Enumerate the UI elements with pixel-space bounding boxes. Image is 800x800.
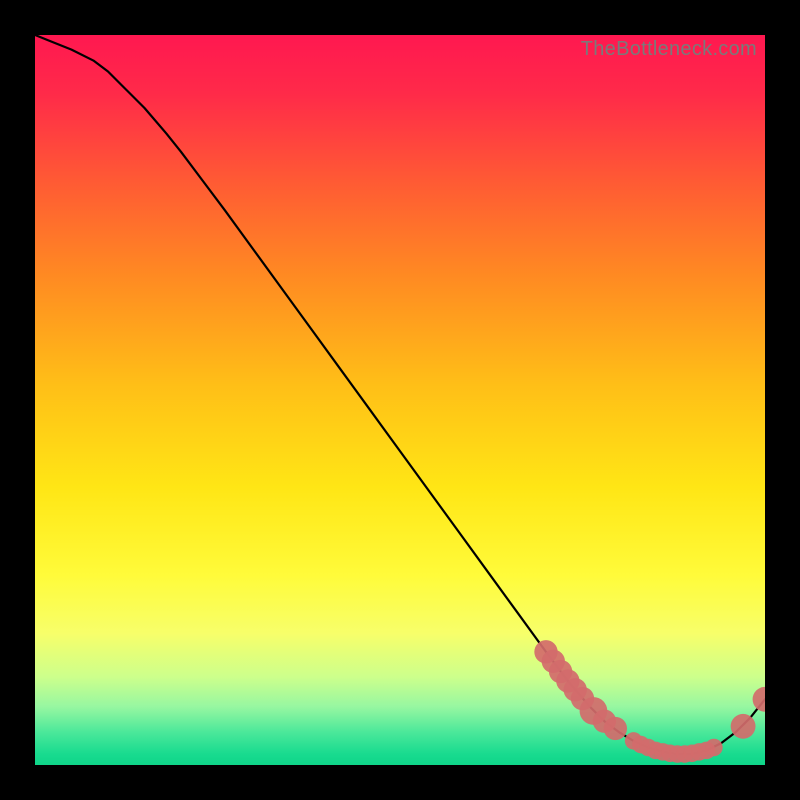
gradient-background: [35, 35, 765, 765]
highlight-point: [604, 717, 627, 740]
chart-frame: TheBottleneck.com: [35, 35, 765, 765]
chart-svg: [35, 35, 765, 765]
watermark-label: TheBottleneck.com: [581, 39, 757, 59]
chart-plot-area: [35, 35, 765, 765]
highlight-point: [731, 714, 756, 739]
highlight-point: [705, 739, 723, 757]
